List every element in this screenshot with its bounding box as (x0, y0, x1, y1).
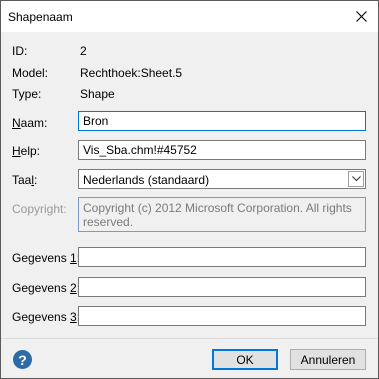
window-title: Shapenaam (8, 10, 73, 24)
data3-label: Gegevens 3: (12, 310, 80, 324)
name-field-box (78, 111, 366, 131)
language-label-pre: Taa (12, 173, 32, 187)
data1-field[interactable] (79, 248, 365, 266)
language-dropdown-button[interactable] (348, 171, 364, 187)
chevron-down-icon (351, 176, 361, 182)
close-icon (355, 11, 367, 22)
data3-label-pre: Gegevens (12, 310, 71, 324)
data1-field-box (78, 247, 366, 267)
help-field[interactable] (79, 141, 365, 159)
help-icon: ? (18, 351, 27, 368)
data2-label-pre: Gegevens (12, 281, 71, 295)
data2-field[interactable] (79, 278, 365, 296)
help-field-box (78, 140, 366, 160)
copyright-field: Copyright (c) 2012 Microsoft Corporation… (78, 197, 366, 232)
type-label: Type: (12, 87, 42, 101)
data1-label-pre: Gegevens (12, 251, 71, 265)
cancel-button[interactable]: Annuleren (290, 349, 366, 370)
name-label-rest: aam: (20, 116, 48, 130)
data3-field[interactable] (79, 307, 365, 325)
name-label-accel: N (12, 116, 21, 130)
id-label: ID: (12, 44, 28, 58)
type-value: Shape (80, 87, 115, 101)
help-label-accel: H (12, 144, 21, 158)
dialog-window: Shapenaam ID: 2 Model: Rechthoek:Sheet.5… (0, 0, 379, 379)
language-label-post: : (34, 173, 38, 187)
model-value: Rechthoek:Sheet.5 (80, 66, 183, 80)
name-field[interactable] (79, 112, 365, 130)
id-value: 2 (80, 44, 87, 58)
help-label-rest: elp: (20, 144, 41, 158)
data2-label: Gegevens 2: (12, 281, 80, 295)
ok-button-label: OK (236, 352, 254, 367)
name-label: Naam: (12, 116, 47, 130)
help-label: Help: (12, 144, 40, 158)
footer-divider (1, 338, 378, 339)
data2-field-box (78, 277, 366, 297)
data1-label: Gegevens 1: (12, 251, 80, 265)
ok-button[interactable]: OK (212, 349, 278, 370)
language-label: Taal: (12, 173, 37, 187)
data3-label-accel: 3 (70, 310, 77, 324)
cancel-button-label: Annuleren (300, 352, 356, 367)
copyright-label: Copyright: (12, 202, 67, 216)
language-select-value: Nederlands (standaard) (83, 173, 210, 187)
help-button[interactable]: ? (13, 350, 32, 369)
title-bar[interactable]: Shapenaam (1, 1, 378, 32)
data3-field-box (78, 306, 366, 326)
data2-label-accel: 2 (70, 281, 77, 295)
close-button[interactable] (346, 2, 376, 31)
data1-label-accel: 1 (70, 251, 77, 265)
language-select[interactable]: Nederlands (standaard) (78, 169, 366, 189)
model-label: Model: (12, 66, 49, 80)
